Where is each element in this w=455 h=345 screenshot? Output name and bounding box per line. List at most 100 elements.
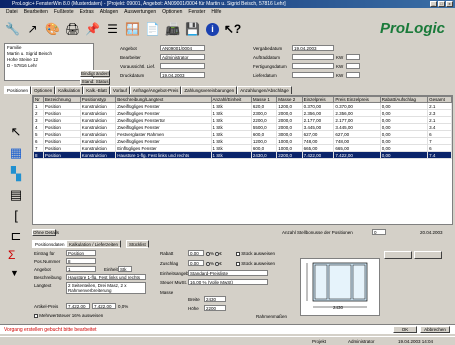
tab-positionen[interactable]: Positionen — [4, 86, 32, 94]
table-row[interactable]: 8 Position Konstruktion Haustüre 1-flg. Fes… — [33, 151, 452, 159]
zeichnung-button[interactable] — [384, 251, 412, 259]
kw-field[interactable] — [346, 54, 360, 60]
menu-optionen[interactable]: Optionen — [162, 8, 182, 16]
window-edit-icon[interactable]: ▦ — [7, 145, 25, 161]
bearbeiter-field[interactable]: Administrator — [160, 54, 205, 60]
liefer-field[interactable] — [292, 72, 334, 78]
details-button[interactable]: Ohne Details — [32, 229, 59, 236]
ok-button[interactable]: OK — [393, 326, 417, 333]
checkbox-icon[interactable] — [236, 251, 240, 256]
fax-icon[interactable]: 📠 — [164, 20, 181, 39]
mwst-select[interactable]: 16,00 % (Volle MwSt) — [188, 279, 268, 285]
table-row[interactable]: 3 Position Konstruktion Zweiflügliges Fenst… — [33, 116, 452, 124]
tab-optionen[interactable]: Optionen — [31, 86, 56, 94]
disk-icon[interactable]: 💾 — [184, 20, 201, 39]
tab-kalkulation[interactable]: Kalkulation — [55, 86, 84, 94]
sum-icon[interactable]: Σ — [8, 248, 15, 262]
table-row[interactable]: 2 Position Konstruktion Zweiflügliges Fenst… — [33, 109, 452, 117]
beschreibung-field[interactable]: Haustüre 1-flg. Fest links und rechts — [66, 274, 146, 280]
info-icon[interactable]: i — [204, 20, 221, 39]
window-icon[interactable]: 🪟 — [124, 20, 141, 39]
arrow-down-icon[interactable]: ▼ — [10, 268, 19, 278]
einheit-field[interactable]: Stk — [118, 266, 132, 272]
kw-field[interactable] — [346, 72, 360, 78]
tab-anzahlungen[interactable]: Anzahlungen/Abschläge — [237, 86, 292, 94]
menu-hilfe[interactable]: Hilfe — [211, 8, 221, 16]
zuschlag-radios[interactable]: % € — [206, 261, 222, 266]
prologic-logo: ProLogic — [379, 20, 445, 37]
preisliste-select[interactable]: Standard-Preisliste — [188, 270, 268, 276]
vorauss-field[interactable] — [160, 63, 205, 69]
rabatt-pct-field[interactable]: 0,00 — [188, 250, 204, 256]
pointer-icon[interactable]: ↖ — [7, 124, 25, 140]
sum-checkbox[interactable]: Stück ausweisen — [236, 261, 275, 266]
help-icon[interactable]: ↖? — [224, 20, 241, 39]
close-button[interactable]: x — [446, 1, 453, 7]
radio-icon[interactable] — [215, 261, 220, 266]
tab-zahlung[interactable]: Zahlungsvereinbarungen — [181, 86, 238, 94]
table-row[interactable]: 7 Position Konstruktion Einflügliges Fenste… — [33, 144, 452, 152]
menu-fenster[interactable]: Fenster — [188, 8, 205, 16]
change-button[interactable]: Bindigt ändern — [80, 70, 110, 77]
menu-fusstexte[interactable]: Fußtexte — [54, 8, 74, 16]
tab-positionsdaten[interactable]: Positionsdaten — [32, 240, 68, 248]
tab-kalk-blatt[interactable]: Kalk.-Blatt — [83, 86, 110, 94]
hoehe-field[interactable]: 2200 — [204, 305, 226, 311]
door-drawing[interactable]: 2430 — [300, 258, 380, 316]
list-icon[interactable]: ☰ — [104, 20, 121, 39]
zuschlag-pct-field[interactable]: 0,00 — [188, 260, 204, 266]
print-preview-icon[interactable]: 📄 — [144, 20, 161, 39]
artpreis-field[interactable]: 7.422,00 — [66, 303, 90, 309]
radio-icon[interactable] — [206, 261, 210, 266]
langtext-field[interactable]: 2 Seitenteilen, Drei Masz, 2 x Rahmenver… — [66, 282, 146, 294]
menu-bearbeiten[interactable]: Bearbeiten — [24, 8, 48, 16]
stueck-checkbox[interactable]: Stück ausweisen — [236, 251, 275, 256]
auftrag-field[interactable] — [292, 54, 334, 60]
kw-label: KW — [336, 64, 344, 69]
druckdatum-field[interactable]: 19.04.2003 — [160, 72, 205, 78]
cancel-button[interactable]: Abbrechen — [420, 326, 450, 333]
tab-stuecklist[interactable]: Stücklist — [126, 240, 149, 248]
eintrag-field[interactable]: Position — [66, 250, 96, 256]
table-row[interactable]: 1 Position Konstruktion Zweiflügliges Fenst… — [33, 102, 452, 110]
minimize-button[interactable]: _ — [430, 1, 437, 7]
bracket-icon[interactable]: [ — [7, 208, 25, 223]
vergabe-field[interactable]: 19.04.2003 — [292, 45, 334, 51]
fertigung-field[interactable] — [292, 63, 334, 69]
maximize-button[interactable]: □ — [438, 1, 445, 7]
frame-icon[interactable]: ⊏ — [7, 228, 25, 244]
arrow-icon[interactable]: ↗ — [24, 20, 41, 39]
rabatt-radios[interactable]: % € — [206, 251, 222, 256]
mehrwert-checkbox[interactable]: Mehrwertsteuer 16% ausweisen — [34, 313, 103, 318]
table-row[interactable]: 4 Position Konstruktion Zweiflügliges Fenst… — [33, 123, 452, 131]
paint-icon[interactable]: 🎨 — [44, 20, 61, 39]
tab-vorlauf[interactable]: Vorlauf — [109, 86, 130, 94]
grid-icon[interactable]: ▤ — [7, 187, 25, 203]
checkbox-icon[interactable] — [236, 261, 240, 266]
angebot-field[interactable]: AN09001/0004 — [160, 45, 205, 51]
printer-icon[interactable]: 🖨 — [64, 20, 81, 39]
tools-icon[interactable]: 🔧 — [4, 20, 21, 39]
table-cell: 1200,0 — [276, 102, 303, 110]
menu-auswertungen[interactable]: Auswertungen — [124, 8, 156, 16]
posnr-label: Pos.Nummer — [34, 259, 61, 264]
table-row[interactable]: 6 Position Konstruktion Zweiflügliges Fenst… — [33, 137, 452, 145]
radio-icon[interactable] — [206, 251, 210, 256]
menu-datei[interactable]: Datei — [6, 8, 18, 16]
tab-anfrage[interactable]: Anfrage/Angebot-Preis — [129, 86, 182, 94]
optionen-button[interactable] — [414, 251, 442, 259]
rabattpreis-field[interactable]: 7.422,00 — [92, 303, 116, 309]
kw-field[interactable] — [346, 63, 360, 69]
tab-kalkulation-lieferzeiten[interactable]: Kalkulation / Lieferzeiten — [66, 240, 122, 248]
status-button[interactable]: Stand: Status — [80, 78, 110, 85]
radio-icon[interactable] — [215, 251, 220, 256]
table-row[interactable]: 5 Position Konstruktion Festverglaster Rahm… — [33, 130, 452, 138]
menu-ablagen[interactable]: Ablagen — [100, 8, 118, 16]
menu-extras[interactable]: Extras — [80, 8, 94, 16]
checkbox-icon[interactable] — [34, 313, 38, 318]
angebot-qty-field[interactable]: 1 — [66, 266, 96, 272]
pin-icon[interactable]: 📌 — [84, 20, 101, 39]
breite-field[interactable]: 2430 — [204, 296, 226, 302]
posnr-field[interactable]: 8 — [66, 258, 96, 264]
color-icon[interactable]: ▚ — [7, 166, 25, 182]
